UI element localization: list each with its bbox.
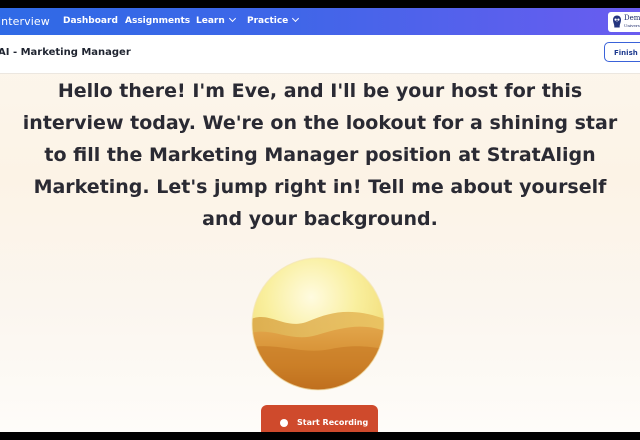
nav-learn-label: Learn <box>196 16 225 26</box>
brand-link[interactable]: interview <box>0 15 50 28</box>
start-recording-button[interactable]: Start Recording <box>261 405 378 432</box>
logo-name: Demo <box>624 14 640 22</box>
nav-practice-label: Practice <box>247 16 289 26</box>
nav-learn[interactable]: Learn <box>196 14 236 26</box>
nav-assignments[interactable]: Assignments <box>125 16 190 26</box>
chevron-down-icon <box>292 14 300 23</box>
university-logo[interactable]: Demo Univers <box>608 12 640 32</box>
ai-voice-orb <box>251 257 385 391</box>
nav-practice[interactable]: Practice <box>247 14 300 26</box>
app-window: interview Dashboard Assignments Learn Pr… <box>0 8 640 432</box>
host-message: Hello there! I'm Eve, and I'll be your h… <box>22 80 618 230</box>
chevron-down-icon <box>228 14 236 23</box>
finish-interview-button[interactable]: Finish Interview <box>604 42 640 62</box>
top-navigation-bar: interview Dashboard Assignments Learn Pr… <box>0 8 640 35</box>
interview-header: AI - Marketing Manager Finish Interview <box>0 35 640 74</box>
nav-dashboard[interactable]: Dashboard <box>63 16 118 26</box>
logo-subtitle: Univers <box>624 23 640 28</box>
record-dot-icon <box>280 419 288 427</box>
nav-assignments-label: Assignments <box>125 16 191 26</box>
nav-dashboard-label: Dashboard <box>63 16 118 26</box>
start-recording-label: Start Recording <box>297 418 369 427</box>
page-title: AI - Marketing Manager <box>0 47 131 58</box>
owl-logo-icon <box>613 15 621 28</box>
